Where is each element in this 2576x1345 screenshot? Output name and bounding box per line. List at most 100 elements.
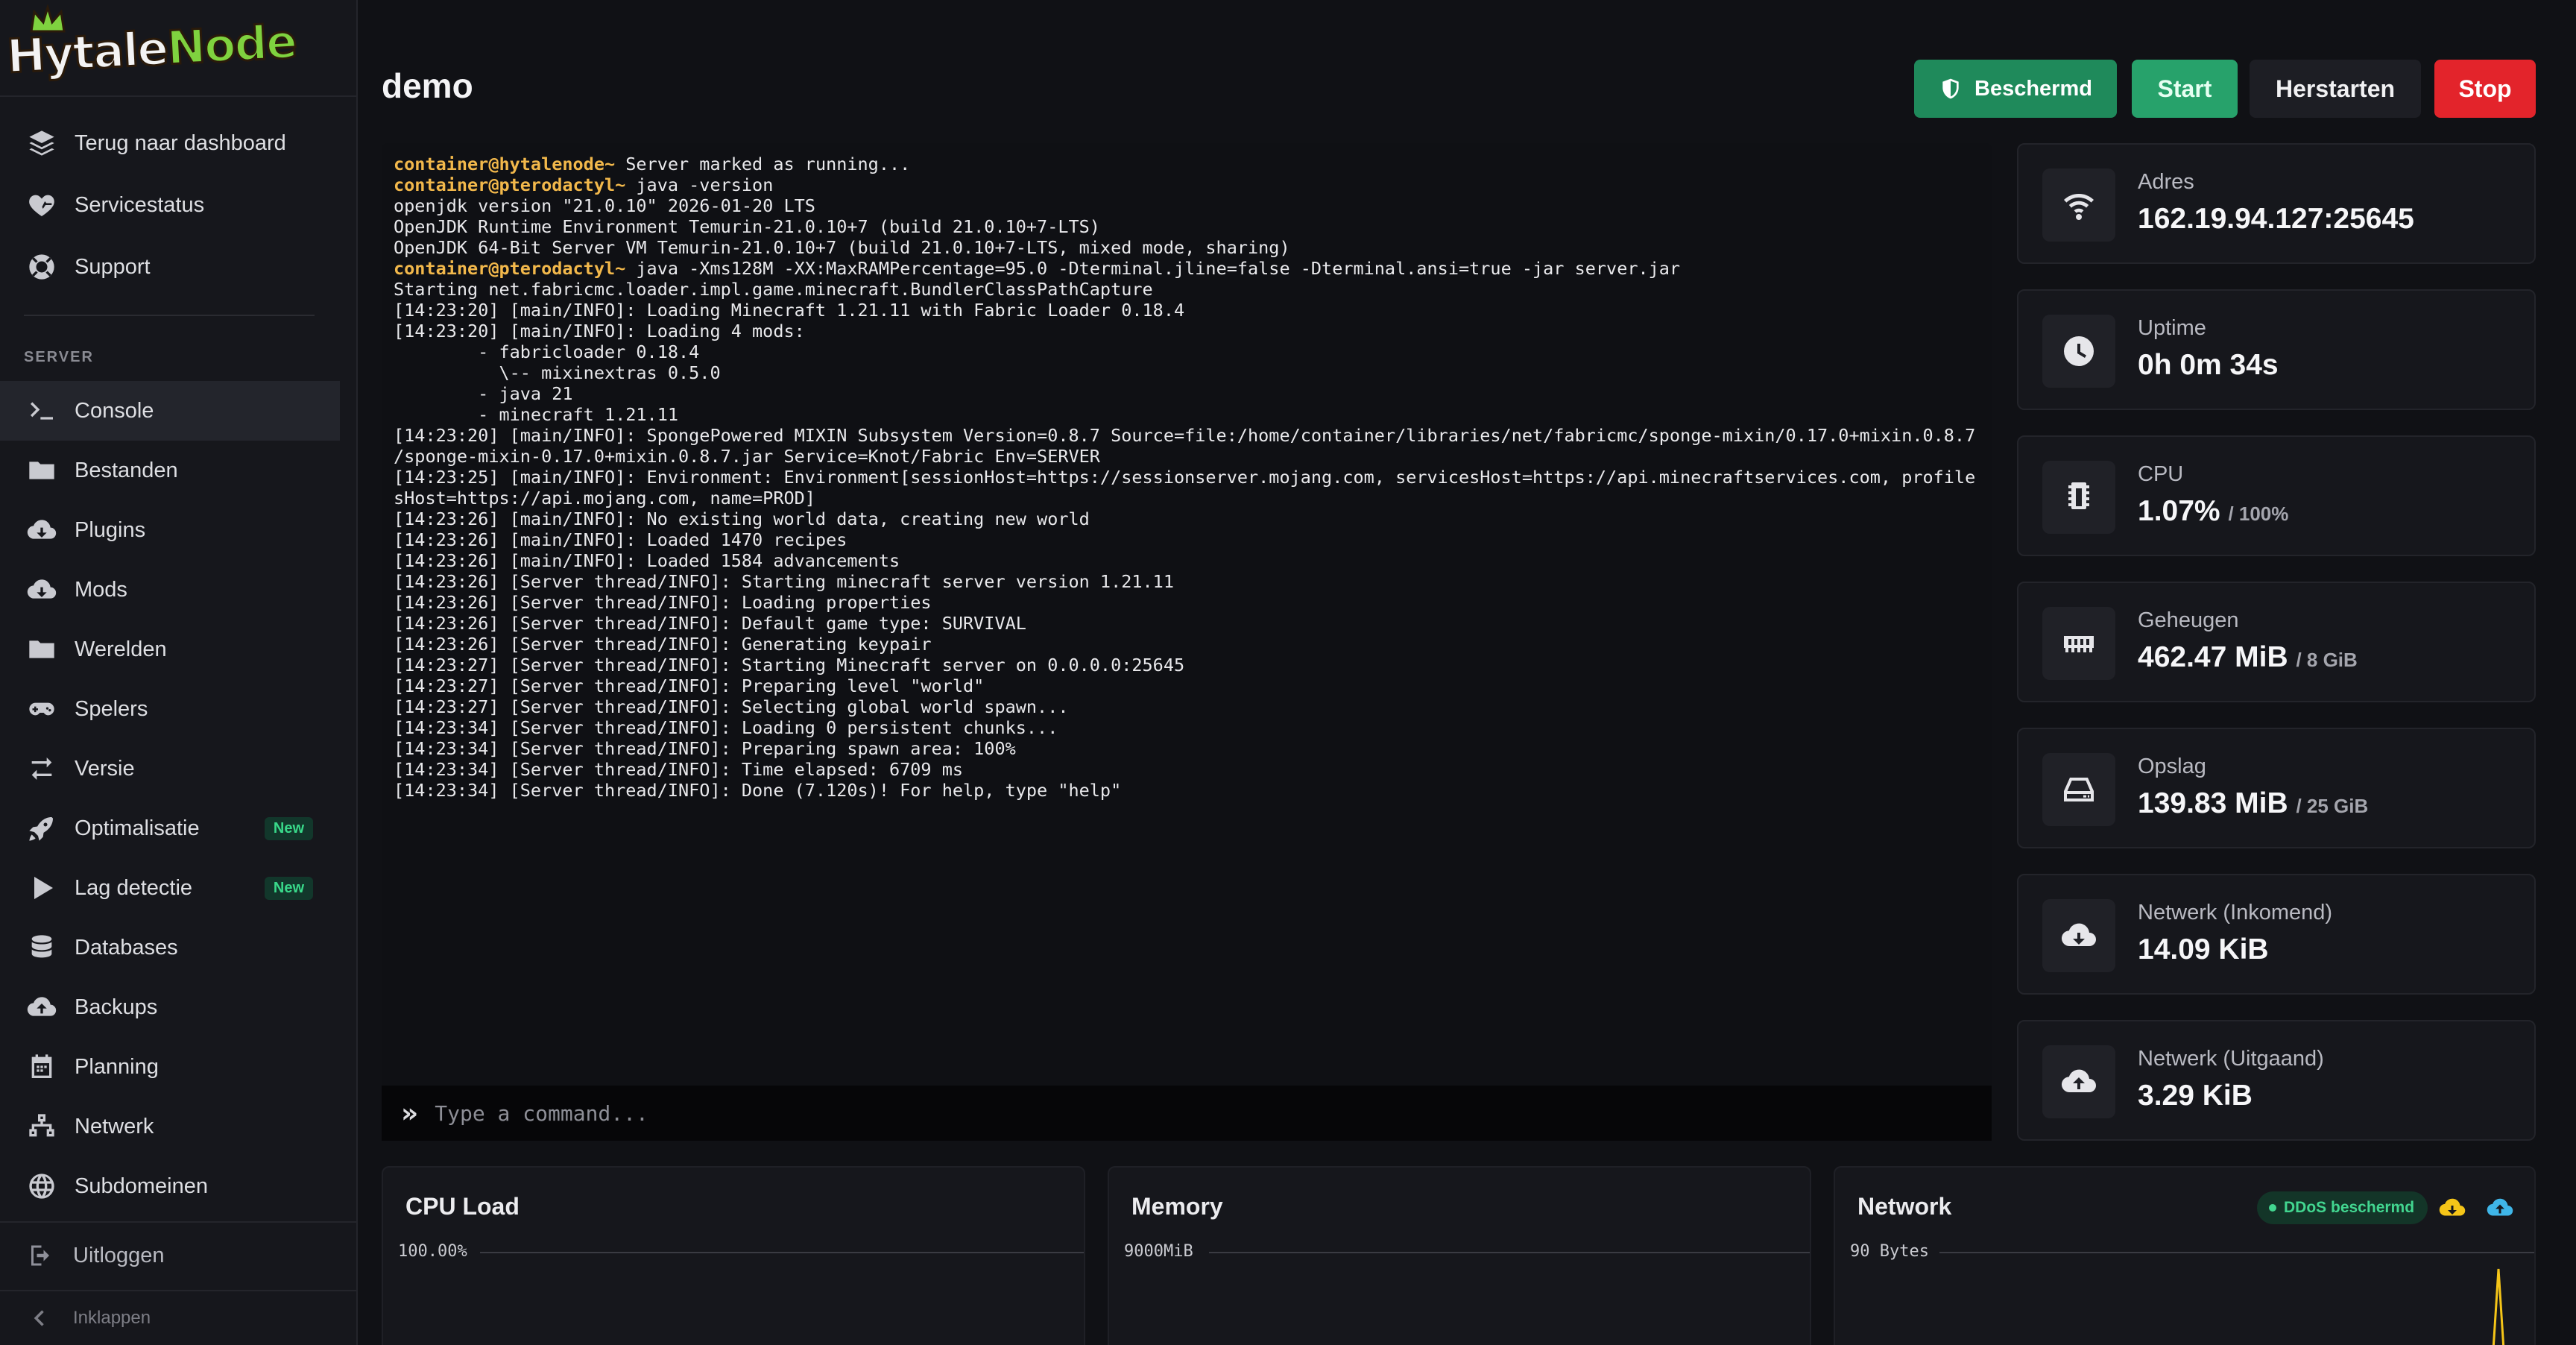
console-line: [14:23:27] [Server thread/INFO]: Prepari… xyxy=(394,675,1981,696)
sidebar-item-werelden[interactable]: Werelden xyxy=(0,620,340,679)
network-icon xyxy=(29,1114,54,1137)
sidebar-item-netwerk[interactable]: Netwerk xyxy=(0,1097,340,1156)
console-text: OpenJDK Runtime Environment Temurin-21.0… xyxy=(394,216,1100,237)
graph-title: Memory xyxy=(1131,1193,1223,1220)
rocket-icon xyxy=(29,817,53,841)
console-line: [14:23:20] [main/INFO]: Loading Minecraf… xyxy=(394,300,1981,321)
command-input[interactable] xyxy=(435,1100,1992,1126)
stat-card-cpu: CPU 1.07% / 100% xyxy=(2017,435,2536,556)
logout-button[interactable]: Uitloggen xyxy=(0,1226,358,1285)
console-line: [14:23:34] [Server thread/INFO]: Prepari… xyxy=(394,738,1981,759)
protected-button[interactable]: Beschermd xyxy=(1914,60,2117,118)
console-text: [14:23:26] [main/INFO]: No existing worl… xyxy=(394,508,1090,529)
play-icon xyxy=(34,877,53,899)
stat-value: 139.83 MiB / 25 GiB xyxy=(2138,787,2368,820)
sidebar-item-databases[interactable]: Databases xyxy=(0,918,340,977)
database-icon xyxy=(31,935,52,958)
graph-y-max-label: 9000MiB xyxy=(1124,1242,1193,1261)
cloud-upload-icon[interactable] xyxy=(2487,1194,2513,1221)
network-out-value: 3.29 KiB xyxy=(2138,1080,2253,1112)
console-line: - minecraft 1.21.11 xyxy=(394,404,1981,425)
console-lines: container@hytalenode~ Server marked as r… xyxy=(394,154,1981,801)
sidebar-item-label: Subdomeinen xyxy=(75,1174,208,1198)
console-text: OpenJDK 64-Bit Server VM Temurin-21.0.10… xyxy=(394,237,1290,258)
sidebar-item-label: Werelden xyxy=(75,637,167,661)
console-text: [14:23:34] [Server thread/INFO]: Prepari… xyxy=(394,738,1016,759)
sidebar-item-console[interactable]: Console xyxy=(0,381,340,441)
stat-icon-box xyxy=(2042,753,2115,826)
sidebar-item-label: Databases xyxy=(75,935,178,960)
console-text: [14:23:26] [main/INFO]: Loaded 1584 adva… xyxy=(394,550,900,571)
console-line: sHost=https://api.mojang.com, name=PROD] xyxy=(394,488,1981,508)
sidebar-item-versie[interactable]: Versie xyxy=(0,739,340,799)
status-dot xyxy=(2269,1204,2276,1212)
collapse-sidebar-button[interactable]: Inklappen xyxy=(0,1292,358,1344)
sidebar-item-optimalisatie[interactable]: Optimalisatie New xyxy=(0,799,340,858)
sidebar-item-planning[interactable]: Planning xyxy=(0,1037,340,1097)
sidebar-item-support[interactable]: Support xyxy=(0,237,340,297)
console-line: [14:23:34] [Server thread/INFO]: Time el… xyxy=(394,759,1981,780)
console-text: Starting net.fabricmc.loader.impl.game.m… xyxy=(394,279,1153,300)
memory-limit: / 8 GiB xyxy=(2296,649,2358,671)
protected-label: Beschermd xyxy=(1974,76,2092,101)
stat-label: Netwerk (Inkomend) xyxy=(2138,901,2333,925)
sidebar-item-bestanden[interactable]: Bestanden xyxy=(0,441,340,500)
cpu-load-graph: CPU Load 100.00% xyxy=(382,1166,1085,1345)
clock-icon xyxy=(2064,336,2094,366)
stat-label: Netwerk (Uitgaand) xyxy=(2138,1047,2324,1071)
logout-icon xyxy=(31,1245,49,1266)
console-text: [14:23:27] [Server thread/INFO]: Selecti… xyxy=(394,696,1069,717)
cpu-value: 1.07% xyxy=(2138,495,2220,527)
stat-value: 1.07% / 100% xyxy=(2138,495,2288,528)
console-line: [14:23:27] [Server thread/INFO]: Startin… xyxy=(394,655,1981,675)
stat-value: 462.47 MiB / 8 GiB xyxy=(2138,641,2358,674)
console-text: [14:23:26] [Server thread/INFO]: Loading… xyxy=(394,592,932,613)
cpu-icon xyxy=(2068,482,2089,509)
graph-title: CPU Load xyxy=(405,1193,520,1220)
cloud-download-icon[interactable] xyxy=(2439,1194,2466,1221)
graph-y-max-label: 90 Bytes xyxy=(1850,1242,1929,1261)
sidebar-item-label: Spelers xyxy=(75,696,148,721)
console-text: [14:23:20] [main/INFO]: Loading 4 mods: xyxy=(394,321,805,341)
console-text: [14:23:26] [Server thread/INFO]: Generat… xyxy=(394,634,932,655)
stat-icon-box xyxy=(2042,607,2115,680)
layers-icon xyxy=(29,130,54,156)
stat-value[interactable]: 162.19.94.127:25645 xyxy=(2138,203,2414,236)
sidebar-item-backups[interactable]: Backups xyxy=(0,977,340,1037)
sidebar-item-label: Netwerk xyxy=(75,1114,154,1138)
new-badge: New xyxy=(264,876,313,900)
shield-icon xyxy=(1942,78,1959,99)
sidebar-item-servicestatus[interactable]: Servicestatus xyxy=(0,175,340,235)
console-line: \-- mixinextras 0.5.0 xyxy=(394,362,1981,383)
restart-button[interactable]: Herstarten xyxy=(2250,60,2421,118)
memory-icon xyxy=(2064,636,2094,652)
console-line: OpenJDK 64-Bit Server VM Temurin-21.0.10… xyxy=(394,237,1981,258)
console-output[interactable]: container@hytalenode~ Server marked as r… xyxy=(382,143,1992,1086)
console-text: [14:23:26] [main/INFO]: Loaded 1470 reci… xyxy=(394,529,847,550)
sidebar-item-subdomeinen[interactable]: Subdomeinen xyxy=(0,1156,340,1216)
sidebar-item-mods[interactable]: Mods xyxy=(0,560,340,620)
stat-card-memory: Geheugen 462.47 MiB / 8 GiB xyxy=(2017,582,2536,702)
sidebar-item-lag-detectie[interactable]: Lag detectie New xyxy=(0,858,340,918)
stat-card-network-in: Netwerk (Inkomend) 14.09 KiB xyxy=(2017,874,2536,995)
sidebar-item-label: Optimalisatie xyxy=(75,816,200,840)
sidebar-item-plugins[interactable]: Plugins xyxy=(0,500,340,560)
storage-value: 139.83 MiB xyxy=(2138,787,2288,819)
ddos-protected-badge: DDoS beschermd xyxy=(2257,1191,2428,1224)
start-button[interactable]: Start xyxy=(2132,60,2238,118)
chevron-left-icon xyxy=(34,1310,44,1326)
address-value[interactable]: 162.19.94.127:25645 xyxy=(2138,203,2414,235)
hytalenode-logo[interactable]: HytaleNode xyxy=(4,4,298,92)
console-line: [14:23:26] [Server thread/INFO]: Generat… xyxy=(394,634,1981,655)
network-spike-line xyxy=(2492,1268,2505,1345)
memory-graph: Memory 9000MiB xyxy=(1108,1166,1811,1345)
console-text: \-- mixinextras 0.5.0 xyxy=(394,362,721,383)
stop-button[interactable]: Stop xyxy=(2434,60,2536,118)
console-line: [14:23:34] [Server thread/INFO]: Done (7… xyxy=(394,780,1981,801)
console-text: Server marked as running... xyxy=(615,154,911,174)
stat-label: Uptime xyxy=(2138,316,2206,340)
sidebar-item-dashboard[interactable]: Terug naar dashboard xyxy=(0,113,340,173)
console-text: [14:23:26] [Server thread/INFO]: Default… xyxy=(394,613,1026,634)
sidebar-item-spelers[interactable]: Spelers xyxy=(0,679,340,739)
graph-gridline xyxy=(1939,1252,2534,1253)
